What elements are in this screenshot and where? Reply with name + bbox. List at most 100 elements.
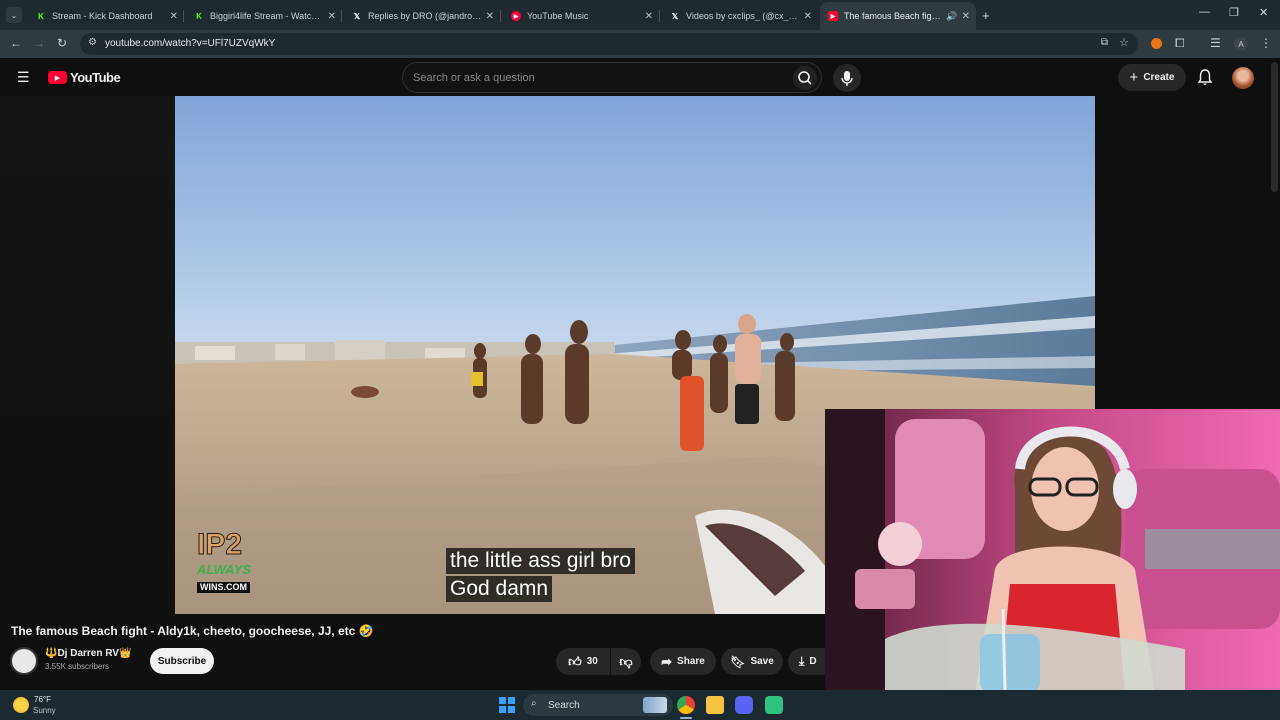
weather-temperature[interactable]: 76°F — [34, 695, 51, 704]
browser-tab-x-replies[interactable]: 𝕏 Replies by DRO (@jandroo) / X ✕ — [344, 4, 500, 28]
youtube-masthead: ☰ ▶ YouTube Search or ask a question + C… — [0, 58, 1280, 96]
close-tab-icon[interactable]: ✕ — [328, 11, 336, 22]
dislike-button[interactable]: 👎︎ — [611, 648, 641, 675]
close-window-icon[interactable]: ✕ — [1259, 6, 1268, 19]
x-favicon-icon: 𝕏 — [671, 11, 679, 21]
taskbar-search-icon: ⌕ — [531, 698, 537, 709]
youtube-music-favicon-icon: ▶ — [511, 11, 521, 21]
weather-sun-icon[interactable] — [13, 697, 29, 713]
extensions-puzzle-icon[interactable]: ⧠ — [1175, 36, 1185, 51]
tab-title: Stream - Kick Dashboard — [52, 11, 153, 21]
like-button[interactable]: 👍︎ 30 — [556, 648, 610, 675]
browser-tab-kick-stream[interactable]: K Biggirl4life Stream - Watch Live ✕ — [186, 4, 342, 28]
taskbar-search-box[interactable]: ⌕ Search — [523, 694, 673, 716]
browser-tab-youtube-video[interactable]: ▶ The famous Beach fight - Aldy1k 🔊 ✕ — [820, 2, 976, 30]
profile-avatar-icon[interactable]: A — [1234, 37, 1248, 51]
close-tab-icon[interactable]: ✕ — [486, 11, 494, 22]
file-explorer-icon[interactable] — [706, 696, 724, 714]
download-icon: ⤓ — [799, 654, 805, 668]
microphone-icon — [841, 71, 853, 86]
close-tab-icon[interactable]: ✕ — [962, 11, 970, 22]
save-label: Save — [750, 656, 774, 667]
extension-icon[interactable] — [1151, 38, 1162, 49]
video-title: The famous Beach fight - Aldy1k, cheeto,… — [11, 624, 374, 638]
close-tab-icon[interactable]: ✕ — [645, 11, 653, 22]
caption-line-1: the little ass girl bro — [446, 548, 635, 574]
close-tab-icon[interactable]: ✕ — [170, 11, 178, 22]
webcam-overlay — [825, 409, 1280, 692]
discord-icon[interactable] — [735, 696, 753, 714]
share-label: Share — [677, 656, 705, 667]
x-favicon-icon: 𝕏 — [353, 11, 361, 21]
page-background — [0, 96, 175, 690]
create-button[interactable]: + Create — [1118, 64, 1186, 91]
taskbar-search-label: Search — [548, 700, 580, 711]
download-button[interactable]: ⤓ D — [788, 648, 825, 675]
install-app-icon[interactable]: ⧉ — [1101, 37, 1108, 48]
search-input[interactable]: Search or ask a question — [413, 72, 535, 84]
voice-search-button[interactable] — [833, 64, 861, 92]
logo-text: YouTube — [70, 70, 121, 85]
browser-toolbar: ← → ↻ ⚙ youtube.com/watch?v=UFl7UZVqWkY … — [0, 30, 1280, 58]
browser-tab-kick-dashboard[interactable]: K Stream - Kick Dashboard ✕ — [28, 4, 184, 28]
download-label: D — [809, 656, 817, 667]
tab-title: Biggirl4life Stream - Watch Live — [210, 11, 324, 21]
tab-title: YouTube Music — [527, 11, 589, 21]
address-bar[interactable]: ⚙ youtube.com/watch?v=UFl7UZVqWkY ⧉ ☆ — [80, 33, 1138, 55]
close-tab-icon[interactable]: ✕ — [804, 11, 812, 22]
watermark-bottom-text: WINS.COM — [197, 582, 250, 593]
weather-condition: Sunny — [33, 706, 56, 715]
thumbs-up-icon: 👍︎ — [568, 653, 582, 669]
webcam-feed — [825, 409, 1280, 692]
hamburger-menu-icon[interactable]: ☰ — [17, 69, 30, 86]
subscribe-button[interactable]: Subscribe — [150, 648, 214, 674]
windows-start-icon[interactable] — [499, 697, 515, 713]
active-app-indicator — [680, 717, 692, 719]
video-watermark-logo: IP2 ALWAYS WINS.COM — [197, 528, 271, 596]
browser-tab-youtube-music[interactable]: ▶ YouTube Music ✕ — [503, 4, 659, 28]
subscriber-count: 3.55K subscribers — [45, 662, 110, 671]
tab-title: Replies by DRO (@jandroo) / X — [368, 11, 482, 21]
search-highlight-icon — [643, 697, 667, 713]
like-count: 30 — [586, 656, 598, 667]
channel-name[interactable]: 🔱Dj Darren RV👑 — [45, 648, 131, 659]
channel-avatar[interactable] — [10, 647, 38, 675]
share-button[interactable]: ➦ Share — [650, 648, 716, 675]
thumbs-down-icon: 👎︎ — [619, 653, 633, 669]
chrome-menu-icon[interactable]: ⋮ — [1260, 36, 1272, 50]
kick-favicon-icon: K — [38, 11, 44, 21]
forward-arrow-icon[interactable]: → — [33, 36, 45, 50]
caption-line-2: God damn — [446, 576, 553, 602]
scrollbar[interactable] — [1271, 62, 1278, 192]
search-box[interactable]: Search or ask a question — [402, 62, 822, 93]
minimize-icon[interactable]: — — [1199, 6, 1210, 18]
tab-title: The famous Beach fight - Aldy1k — [844, 11, 942, 21]
search-button[interactable] — [793, 66, 817, 90]
tab-title: Videos by cxclips_ (@cx_clips) / X — [686, 11, 800, 21]
site-info-icon[interactable]: ⚙ — [88, 37, 97, 48]
notifications-bell-icon[interactable] — [1197, 68, 1213, 91]
chrome-taskbar-icon[interactable] — [677, 696, 695, 714]
back-arrow-icon[interactable]: ← — [10, 36, 22, 50]
search-icon — [798, 71, 812, 85]
restore-icon[interactable]: ❐ — [1229, 6, 1239, 19]
create-label: Create — [1143, 72, 1175, 83]
youtube-play-logo-icon: ▶ — [48, 71, 67, 84]
audio-playing-icon[interactable]: 🔊 — [946, 11, 957, 22]
save-button[interactable]: 🔖︎ Save — [721, 648, 783, 675]
share-arrow-icon: ➦ — [661, 653, 673, 669]
reload-icon[interactable]: ↻ — [57, 36, 67, 50]
reading-list-icon[interactable]: ☰ — [1210, 36, 1221, 50]
watermark-mid-text: ALWAYS — [197, 562, 251, 577]
new-tab-button[interactable]: + — [982, 8, 990, 23]
youtube-logo[interactable]: ▶ YouTube — [48, 70, 121, 85]
account-avatar[interactable] — [1232, 67, 1254, 89]
kick-favicon-icon: K — [196, 11, 202, 21]
watermark-top-text: IP2 — [197, 528, 243, 562]
tab-search-button[interactable]: ⌄ — [6, 7, 22, 23]
youtube-favicon-icon: ▶ — [828, 11, 838, 21]
browser-tab-x-videos[interactable]: 𝕏 Videos by cxclips_ (@cx_clips) / X ✕ — [662, 4, 818, 28]
bookmark-star-icon[interactable]: ☆ — [1119, 36, 1129, 49]
plus-icon: + — [1129, 69, 1139, 86]
app-taskbar-icon[interactable] — [765, 696, 783, 714]
